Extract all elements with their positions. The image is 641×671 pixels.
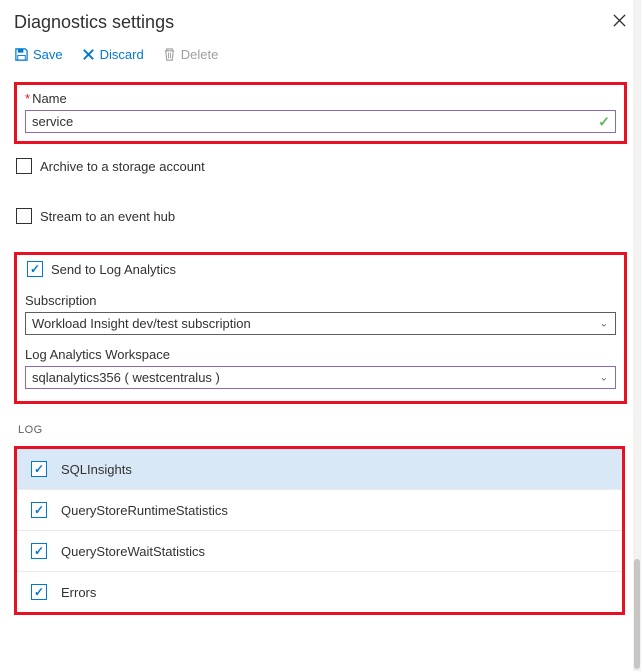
log-checkbox[interactable] (31, 502, 47, 518)
archive-checkbox[interactable] (16, 158, 32, 174)
log-row[interactable]: QueryStoreRuntimeStatistics (17, 490, 622, 531)
workspace-select[interactable]: sqlanalytics356 ( westcentralus ) (25, 366, 616, 389)
stream-checkbox[interactable] (16, 208, 32, 224)
delete-icon (162, 47, 177, 62)
send-log-analytics-label: Send to Log Analytics (51, 262, 176, 277)
workspace-label: Log Analytics Workspace (25, 347, 616, 362)
log-list: SQLInsights QueryStoreRuntimeStatistics … (17, 449, 622, 612)
page-title: Diagnostics settings (14, 12, 174, 33)
send-log-analytics-checkbox[interactable] (27, 261, 43, 277)
log-checkbox[interactable] (31, 461, 47, 477)
discard-icon (81, 47, 96, 62)
subscription-label: Subscription (25, 293, 616, 308)
log-item-label: QueryStoreRuntimeStatistics (61, 503, 228, 518)
name-label: *Name (25, 91, 616, 106)
log-item-label: Errors (61, 585, 96, 600)
stream-label: Stream to an event hub (40, 209, 175, 224)
delete-button: Delete (162, 47, 219, 62)
log-item-label: QueryStoreWaitStatistics (61, 544, 205, 559)
save-label: Save (33, 47, 63, 62)
scrollbar-thumb[interactable] (634, 559, 640, 669)
delete-label: Delete (181, 47, 219, 62)
required-asterisk: * (25, 91, 30, 106)
highlight-name-section: *Name ✓ (14, 82, 627, 144)
archive-label: Archive to a storage account (40, 159, 205, 174)
log-item-label: SQLInsights (61, 462, 132, 477)
log-heading: LOG (18, 424, 627, 436)
log-checkbox[interactable] (31, 543, 47, 559)
log-row[interactable]: SQLInsights (17, 449, 622, 490)
discard-button[interactable]: Discard (81, 47, 144, 62)
scrollbar-track[interactable] (633, 0, 641, 671)
name-input[interactable] (25, 110, 616, 133)
highlight-log-analytics-section: Send to Log Analytics Subscription Workl… (14, 252, 627, 404)
close-icon (612, 13, 627, 28)
discard-label: Discard (100, 47, 144, 62)
close-button[interactable] (612, 13, 627, 33)
save-icon (14, 47, 29, 62)
subscription-select[interactable]: Workload Insight dev/test subscription (25, 312, 616, 335)
save-button[interactable]: Save (14, 47, 63, 62)
log-checkbox[interactable] (31, 584, 47, 600)
valid-check-icon: ✓ (598, 113, 610, 130)
log-row[interactable]: QueryStoreWaitStatistics (17, 531, 622, 572)
highlight-log-list: SQLInsights QueryStoreRuntimeStatistics … (14, 446, 625, 615)
log-row[interactable]: Errors (17, 572, 622, 612)
